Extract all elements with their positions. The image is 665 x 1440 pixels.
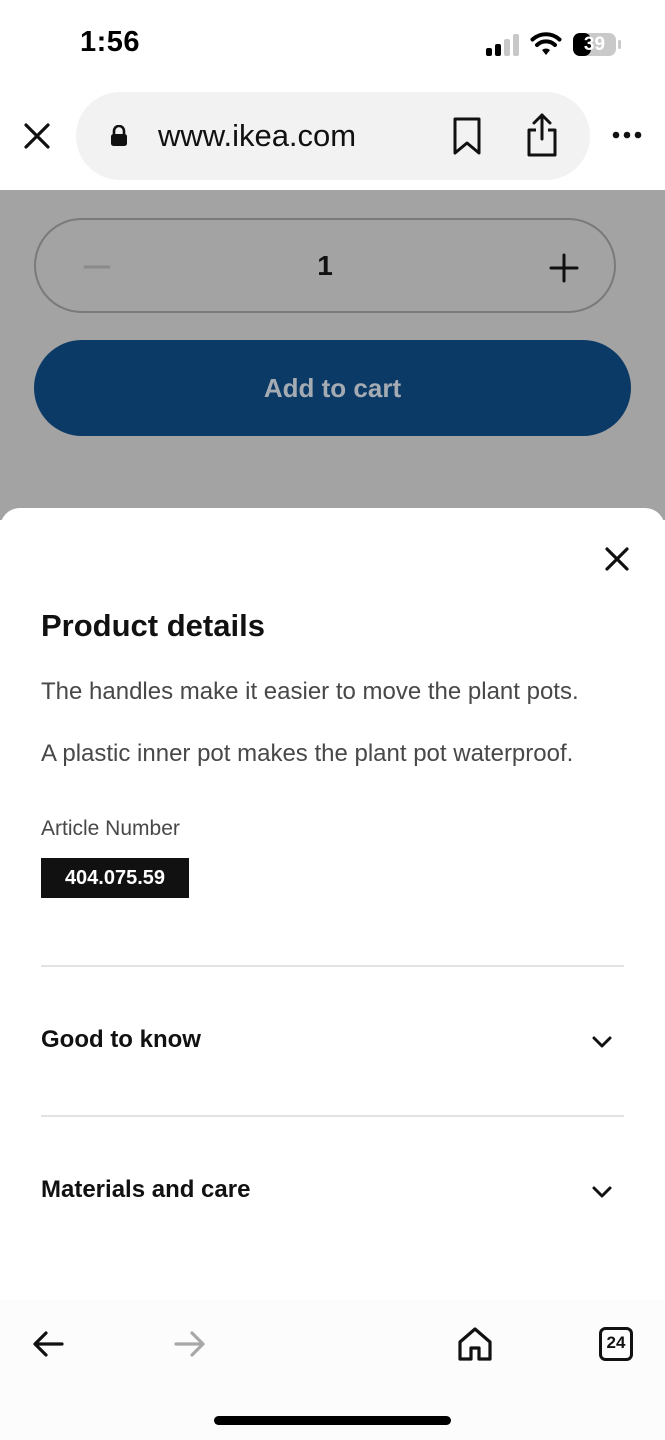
article-number-badge: 404.075.59 <box>41 858 189 898</box>
divider <box>41 965 624 967</box>
accordion-good-to-know[interactable]: Good to know <box>41 1010 624 1070</box>
status-time: 1:56 <box>80 26 141 58</box>
description-line: The handles make it easier to move the p… <box>41 678 579 705</box>
signal-icon <box>486 34 520 56</box>
plus-icon[interactable] <box>544 248 584 288</box>
close-icon[interactable] <box>24 123 50 149</box>
chevron-down-icon <box>592 1036 612 1048</box>
accordion-label: Materials and care <box>41 1176 251 1203</box>
quantity-stepper: 1 <box>34 218 616 313</box>
url-text: www.ikea.com <box>158 118 357 153</box>
wifi-icon <box>530 32 562 55</box>
battery-icon: 39 <box>572 32 622 57</box>
back-arrow-icon[interactable] <box>32 1330 64 1358</box>
add-to-cart-button[interactable]: Add to cart <box>34 340 631 436</box>
bookmark-icon[interactable] <box>452 116 482 156</box>
accordion-materials-and-care[interactable]: Materials and care <box>41 1160 624 1220</box>
status-bar: 1:56 39 <box>0 0 665 90</box>
divider <box>41 1115 624 1117</box>
sheet-title: Product details <box>41 608 265 643</box>
lock-icon <box>111 125 127 146</box>
home-indicator <box>214 1416 451 1425</box>
description-line: A plastic inner pot makes the plant pot … <box>41 740 574 767</box>
more-icon[interactable] <box>612 131 642 139</box>
chevron-down-icon <box>592 1186 612 1198</box>
quantity-value[interactable]: 1 <box>36 250 614 282</box>
accordion-label: Good to know <box>41 1026 201 1053</box>
share-icon[interactable] <box>526 112 558 158</box>
forward-arrow-icon[interactable] <box>174 1330 206 1358</box>
page-overlay[interactable]: 1 Add to cart <box>0 190 665 520</box>
tabs-icon[interactable]: 24 <box>599 1327 633 1361</box>
article-number-label: Article Number <box>41 817 180 840</box>
tab-count: 24 <box>606 1333 626 1352</box>
browser-bar: www.ikea.com <box>0 90 665 190</box>
battery-level: 39 <box>583 34 606 55</box>
address-bar[interactable]: www.ikea.com <box>76 92 590 180</box>
browser-toolbar: 24 <box>0 1300 665 1440</box>
home-icon[interactable] <box>457 1326 493 1362</box>
close-icon[interactable] <box>600 542 634 576</box>
